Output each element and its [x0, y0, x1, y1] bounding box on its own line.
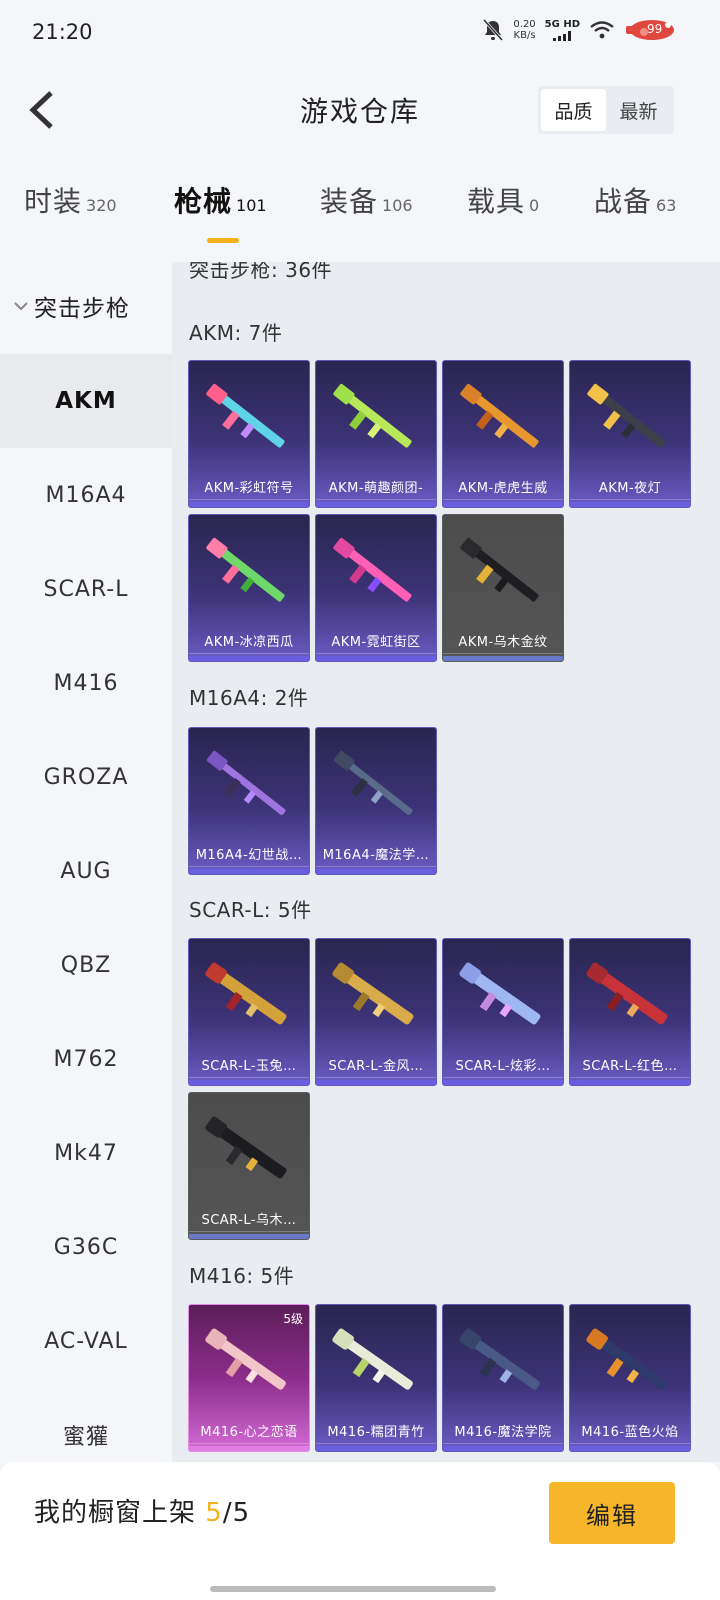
weapon-card[interactable]: AKM-虎虎生威 — [442, 360, 564, 508]
rifle-icon — [332, 1328, 413, 1390]
group-header: 突击步枪: 36件 — [189, 262, 333, 282]
tab-fashion[interactable]: 时装 320 — [24, 180, 117, 220]
weapon-card[interactable]: M416-糯团青竹 — [315, 1304, 437, 1452]
rifle-icon — [586, 962, 668, 1025]
tab-equipment[interactable]: 装备 106 — [320, 180, 413, 220]
sidebar-item-qbz[interactable]: QBZ — [0, 918, 172, 1012]
weapon-card[interactable]: SCAR-L-乌木… — [188, 1092, 310, 1240]
wifi-icon — [590, 21, 614, 39]
rifle-icon — [459, 1328, 540, 1390]
weapon-card[interactable]: SCAR-L-炫彩… — [442, 938, 564, 1086]
tab-vehicles[interactable]: 载具 0 — [467, 180, 539, 220]
rifle-icon — [460, 537, 539, 602]
showcase-status: 我的橱窗上架 5/5 — [34, 1498, 251, 1528]
section-header-akm: AKM: 7件 — [189, 321, 283, 345]
rifle-icon — [206, 750, 286, 816]
section-header-m416: M416: 5件 — [189, 1264, 295, 1288]
status-bar: 21:20 0.20 KB/s 5G HD 99 — [0, 0, 720, 66]
sidebar-item-aug[interactable]: AUG — [0, 824, 172, 918]
rifle-icon — [206, 537, 285, 602]
sidebar-item-honey-badger[interactable]: 蜜獾 — [0, 1388, 172, 1462]
weapon-card[interactable]: SCAR-L-红色… — [569, 938, 691, 1086]
rifle-icon — [333, 750, 413, 816]
sidebar-item-scar-l[interactable]: SCAR-L — [0, 542, 172, 636]
weapon-card[interactable]: 5级 M416-心之恋语 — [188, 1304, 310, 1452]
rifle-icon — [587, 383, 666, 448]
rifle-icon — [333, 383, 412, 448]
rifle-icon — [205, 1116, 287, 1179]
weapon-card[interactable]: AKM-乌木金纹 — [442, 514, 564, 662]
sort-quality-button[interactable]: 品质 — [541, 89, 606, 131]
network-speed: 0.20 KB/s — [513, 19, 536, 41]
weapon-content: 突击步枪: 36件 AKM: 7件 AKM-彩虹符号 AKM-萌趣颜团- AKM… — [172, 262, 720, 1462]
tab-firearms[interactable]: 枪械 101 — [174, 180, 267, 220]
sort-latest-button[interactable]: 最新 — [606, 89, 671, 131]
weapon-card[interactable]: AKM-冰凉西瓜 — [188, 514, 310, 662]
weapon-card[interactable]: M16A4-魔法学… — [315, 727, 437, 875]
sidebar-item-m762[interactable]: M762 — [0, 1012, 172, 1106]
rifle-icon — [332, 962, 414, 1025]
rifle-icon — [205, 962, 287, 1025]
tab-supplies[interactable]: 战备 63 — [594, 180, 676, 220]
bell-muted-icon — [483, 18, 504, 42]
weapon-card[interactable]: SCAR-L-金风… — [315, 938, 437, 1086]
edit-button[interactable]: 编辑 — [549, 1482, 675, 1544]
bottom-bar: 我的橱窗上架 5/5 编辑 — [0, 1462, 720, 1600]
status-time: 21:20 — [32, 20, 93, 44]
sidebar-item-m16a4[interactable]: M16A4 — [0, 448, 172, 542]
signal-indicator: 5G HD — [545, 19, 580, 41]
weapon-card[interactable]: AKM-彩虹符号 — [188, 360, 310, 508]
section-header-scar-l: SCAR-L: 5件 — [189, 898, 312, 922]
rifle-icon — [460, 383, 539, 448]
weapon-card[interactable]: AKM-霓虹街区 — [315, 514, 437, 662]
home-indicator[interactable] — [210, 1586, 496, 1592]
category-tabs: 时装 320 枪械 101 装备 106 载具 0 战备 63 — [0, 180, 720, 246]
weapon-card[interactable]: SCAR-L-玉兔… — [188, 938, 310, 1086]
active-tab-indicator — [207, 238, 239, 243]
rifle-icon — [459, 962, 541, 1025]
sort-toggle: 品质 最新 — [538, 86, 674, 134]
battery-icon: 99 — [624, 18, 676, 42]
sidebar-item-akm[interactable]: AKM — [0, 354, 172, 448]
signal-icon — [553, 31, 572, 41]
rifle-icon — [333, 537, 412, 602]
rifle-icon — [586, 1328, 667, 1390]
sidebar-item-m416[interactable]: M416 — [0, 636, 172, 730]
sidebar-item-ac-val[interactable]: AC-VAL — [0, 1294, 172, 1388]
status-icons: 0.20 KB/s 5G HD 99 — [482, 18, 676, 42]
weapon-card[interactable]: M416-蓝色火焰 — [569, 1304, 691, 1452]
sidebar-item-g36c[interactable]: G36C — [0, 1200, 172, 1294]
sidebar-item-groza[interactable]: GROZA — [0, 730, 172, 824]
weapon-card[interactable]: M416-魔法学院 — [442, 1304, 564, 1452]
sidebar-group-assault-rifles[interactable]: 突击步枪 — [0, 284, 172, 328]
rifle-icon — [205, 1328, 286, 1390]
weapon-sidebar: 突击步枪 AKM M16A4 SCAR-L M416 GROZA AUG QBZ… — [0, 262, 172, 1462]
weapon-card[interactable]: AKM-夜灯 — [569, 360, 691, 508]
rifle-icon — [206, 383, 285, 448]
weapon-card[interactable]: AKM-萌趣颜团- — [315, 360, 437, 508]
sidebar-item-mk47[interactable]: Mk47 — [0, 1106, 172, 1200]
section-header-m16a4: M16A4: 2件 — [189, 686, 309, 710]
chevron-down-icon — [14, 302, 28, 311]
weapon-card[interactable]: M16A4-幻世战… — [188, 727, 310, 875]
